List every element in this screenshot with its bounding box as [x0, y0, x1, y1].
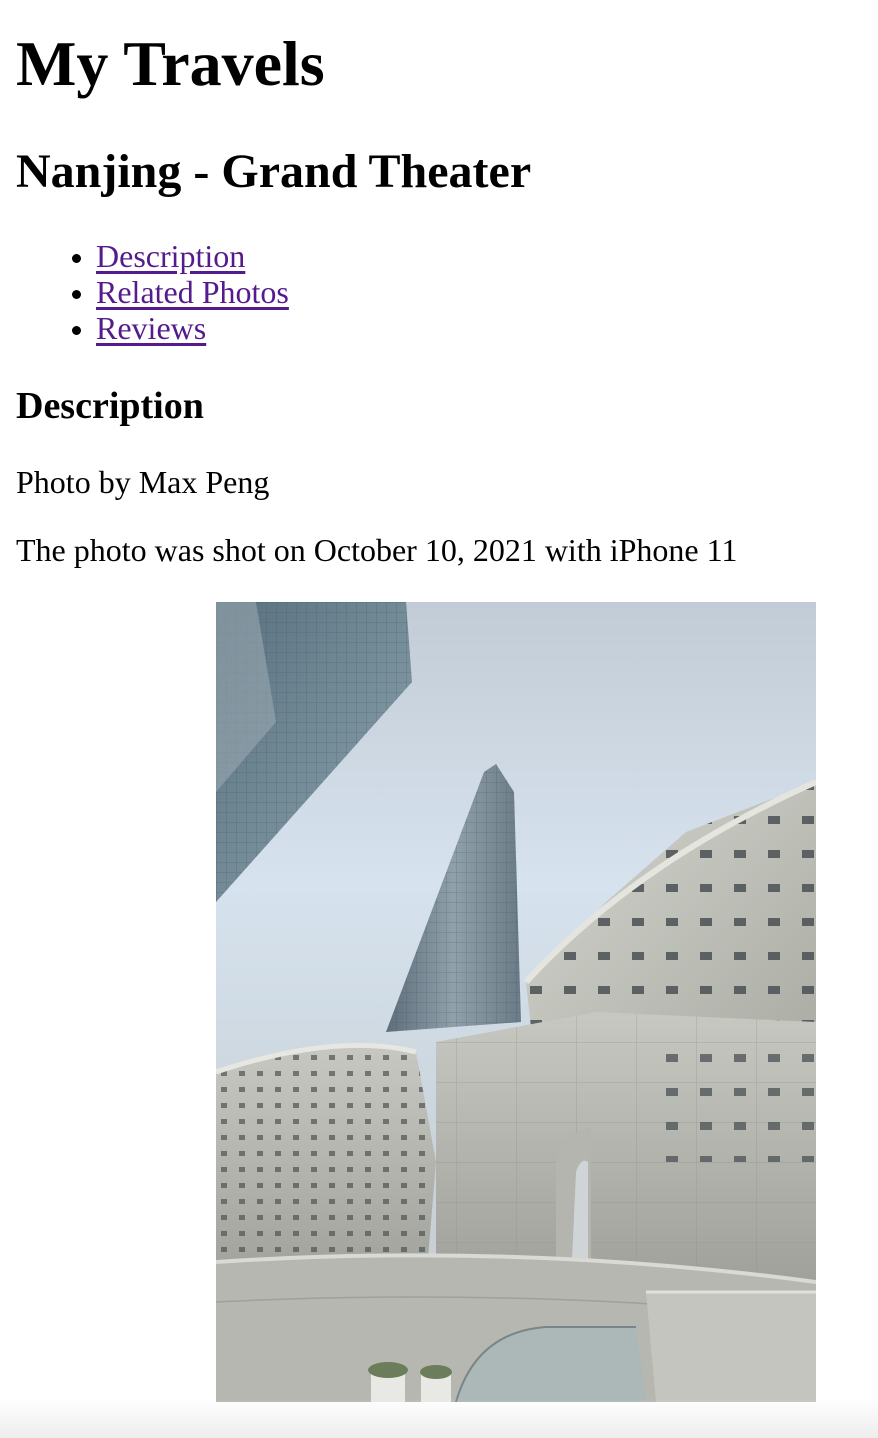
nav-item-description: Description [96, 238, 289, 274]
nav-item-related-photos: Related Photos [96, 274, 289, 310]
site-title: My Travels [16, 28, 325, 99]
nav-link-related-photos[interactable]: Related Photos [96, 274, 289, 310]
nav-item-reviews: Reviews [96, 310, 289, 346]
nav-link-reviews[interactable]: Reviews [96, 310, 206, 346]
theater-photo-illustration [216, 602, 816, 1402]
page-title: Nanjing - Grand Theater [16, 145, 532, 198]
section-heading: Description [16, 385, 204, 427]
theater-photo [216, 602, 816, 1402]
nav-link-description[interactable]: Description [96, 238, 245, 274]
photo-shot-info: The photo was shot on October 10, 2021 w… [16, 532, 738, 568]
section-nav: Description Related Photos Reviews [16, 238, 289, 346]
photo-credit: Photo by Max Peng [16, 464, 270, 500]
